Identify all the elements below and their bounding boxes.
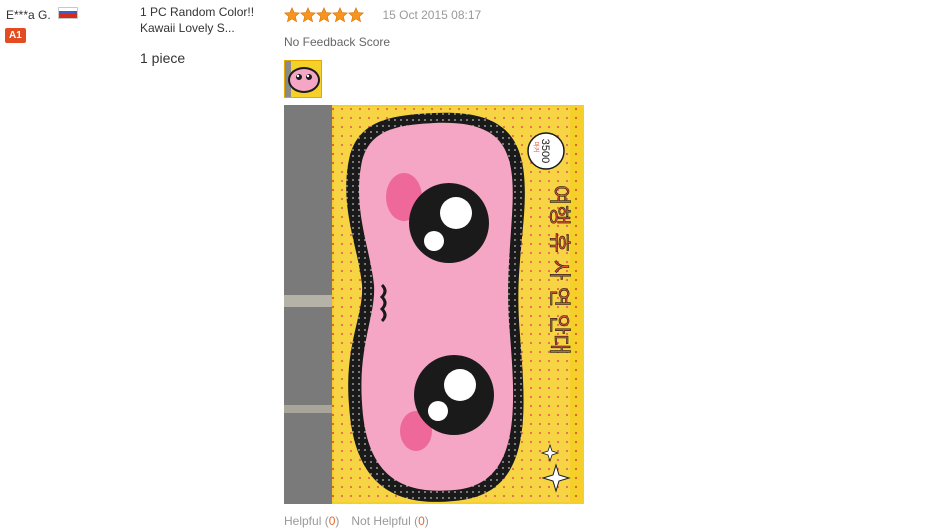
helpfulness-votes: Helpful (0) Not Helpful (0) (284, 514, 429, 528)
star-icon (300, 6, 316, 22)
sleep-mask-thumbnail-image (285, 61, 321, 97)
star-icon (284, 6, 300, 22)
buyer-info: E***a G. (6, 7, 79, 26)
not-helpful-count: 0 (418, 514, 425, 528)
review-row: E***a G. A1 1 PC Random Color!! Kawaii L… (0, 0, 946, 529)
not-helpful-close-paren: ) (424, 514, 429, 528)
star-icon (332, 6, 348, 22)
helpful-close-paren: ) (335, 514, 340, 528)
star-rating (284, 6, 364, 23)
not-helpful-button[interactable]: Not Helpful (0) (351, 514, 428, 528)
package-price-label: 3500 (539, 139, 551, 163)
product-title[interactable]: 1 PC Random Color!! Kawaii Lovely S... (140, 4, 270, 36)
review-photo-thumbnail[interactable] (284, 60, 322, 98)
feedback-header: 15 Oct 2015 08:17 No Feedback Score (284, 6, 481, 49)
star-icon (316, 6, 332, 22)
feedback-score: No Feedback Score (284, 35, 391, 49)
quantity: 1 piece (140, 50, 186, 66)
star-icon (348, 6, 364, 22)
helpful-button[interactable]: Helpful (0) (284, 514, 339, 528)
package-small-label: 마커 (532, 141, 540, 152)
not-helpful-label: Not Helpful (351, 514, 411, 528)
helpful-label: Helpful (284, 514, 322, 528)
review-photo[interactable]: 3500 마커 여행 휴 사 연 안대 (284, 105, 584, 504)
product-title-line: 1 PC Random Color!! (140, 5, 255, 19)
russia-flag-icon (58, 7, 79, 19)
product-info: 1 PC Random Color!! Kawaii Lovely S... 1… (140, 4, 270, 66)
buyer-name: E***a G. (6, 8, 51, 22)
product-title-line: Kawaii Lovely S... (140, 21, 235, 35)
sleep-mask-photo-image: 3500 마커 여행 휴 사 연 안대 (284, 105, 584, 504)
package-korean-label: 여행 휴 사 연 안대 (546, 185, 571, 355)
review-date: 15 Oct 2015 08:17 (382, 7, 482, 22)
buyer-level-badge: A1 (5, 28, 26, 43)
